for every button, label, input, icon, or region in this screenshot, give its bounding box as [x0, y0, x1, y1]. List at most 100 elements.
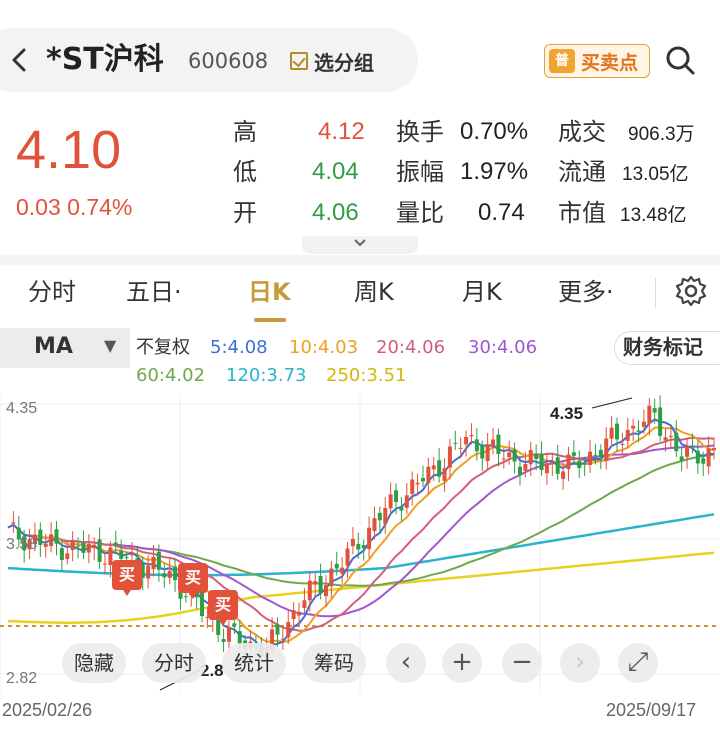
candle-body — [92, 544, 97, 549]
section-separator — [0, 255, 720, 265]
candle-body — [598, 449, 603, 457]
turnover-value: 0.70% — [460, 118, 529, 145]
candle-body — [566, 454, 571, 470]
trade-points-button[interactable]: 普 买卖点 — [544, 44, 650, 78]
candle-body — [226, 627, 231, 642]
candle-body — [641, 421, 646, 427]
candle-body — [367, 527, 372, 550]
intraday-button[interactable]: 分时 — [142, 643, 206, 683]
candle-body — [394, 490, 399, 503]
trade-badge-icon: 普 — [549, 49, 575, 73]
zoom-out-icon[interactable]: − — [502, 643, 542, 683]
back-icon[interactable] — [6, 42, 34, 78]
tab-divider — [655, 278, 656, 308]
candle-body — [275, 624, 280, 635]
candle-body — [507, 452, 512, 458]
tab-daily-k[interactable]: 日K — [248, 276, 291, 308]
candle-body — [162, 573, 167, 578]
candle-body — [496, 434, 501, 454]
candle-body — [399, 507, 404, 511]
date-start: 2025/02/26 — [2, 700, 93, 720]
candle-body — [534, 453, 539, 459]
candle-body — [550, 461, 555, 465]
high-marker-line — [591, 397, 633, 409]
candle-body — [620, 443, 625, 445]
candle-body — [609, 427, 614, 439]
tab-monthly-k[interactable]: 月K — [462, 276, 502, 308]
hide-button[interactable]: 隐藏 — [62, 643, 126, 683]
candle-body — [297, 611, 302, 616]
adjust-mode[interactable]: 不复权 — [136, 336, 190, 360]
float-cap-label: 流通 — [558, 158, 606, 186]
candle-body — [523, 463, 528, 471]
finance-marks-button[interactable]: 财务标记 — [614, 331, 720, 365]
candle-body — [426, 466, 431, 484]
tab-weekly-k[interactable]: 周K — [354, 276, 394, 308]
candle-body — [695, 450, 700, 464]
tab-intraday[interactable]: 分时 — [28, 276, 76, 308]
candle-body — [291, 610, 296, 620]
candle-body — [404, 495, 409, 508]
candle-body — [631, 425, 636, 429]
candle-body — [464, 437, 469, 445]
candle-body — [674, 432, 679, 452]
candle-body — [469, 435, 474, 437]
candle-body — [350, 538, 355, 547]
stock-name: *ST沪科 — [46, 42, 164, 77]
trade-points-label: 买卖点 — [581, 51, 639, 74]
candle-body — [415, 482, 420, 485]
candle-body — [151, 556, 156, 570]
candle-body — [318, 575, 323, 594]
candle-body — [474, 439, 479, 452]
low-value: 4.04 — [312, 158, 359, 185]
tab-five-day[interactable]: 五日· — [126, 276, 182, 308]
candle-body — [442, 468, 447, 481]
candle-body — [103, 563, 108, 565]
candle-body — [614, 423, 619, 440]
candle-body — [334, 563, 339, 569]
search-icon[interactable] — [664, 44, 696, 76]
candle-body — [582, 463, 587, 465]
select-group-button[interactable]: 选分组 — [290, 46, 374, 76]
candle-body — [11, 522, 16, 524]
price-change: 0.03 0.74% — [16, 194, 133, 220]
stock-code: 600608 — [188, 49, 269, 73]
candle-body — [237, 631, 242, 644]
zoom-in-icon[interactable]: + — [442, 643, 482, 683]
candle-body — [458, 447, 463, 449]
candle-body — [232, 623, 237, 626]
indicator-select[interactable]: MA ▼ — [0, 328, 130, 368]
buy-signal-tag[interactable]: 买 — [112, 560, 142, 596]
candle-body — [701, 458, 706, 464]
stats-button[interactable]: 统计 — [222, 643, 286, 683]
candle-body — [113, 542, 118, 546]
expand-quote-button[interactable] — [302, 236, 418, 254]
candle-body — [377, 512, 382, 521]
candle-body — [485, 444, 490, 462]
candle-body — [372, 518, 377, 532]
candle-body — [302, 600, 307, 608]
candle-body — [555, 457, 560, 474]
chips-button[interactable]: 筹码 — [302, 643, 366, 683]
candle-body — [501, 458, 506, 460]
tab-more[interactable]: 更多· — [558, 276, 614, 308]
buy-signal-tag[interactable]: 买 — [178, 563, 208, 599]
buy-signal-tag[interactable]: 买 — [208, 590, 238, 626]
float-cap-value: 13.05亿 — [622, 164, 689, 185]
scroll-left-icon[interactable]: ‹ — [386, 643, 426, 683]
fullscreen-icon[interactable]: ⤢ — [618, 643, 658, 683]
candle-body — [323, 585, 328, 597]
gear-icon[interactable] — [674, 274, 708, 308]
candle-body — [388, 494, 393, 509]
candle-body — [410, 479, 415, 494]
candle-body — [361, 545, 366, 549]
amplitude-value: 1.97% — [460, 158, 529, 185]
amplitude-label: 振幅 — [396, 158, 444, 186]
candle-body — [647, 405, 652, 424]
candle-body — [561, 471, 566, 479]
candle-body — [512, 449, 517, 462]
candle-body — [544, 463, 549, 474]
candle-body — [54, 529, 59, 544]
volume-ratio-value: 0.74 — [478, 199, 525, 226]
candle-body — [517, 466, 522, 475]
